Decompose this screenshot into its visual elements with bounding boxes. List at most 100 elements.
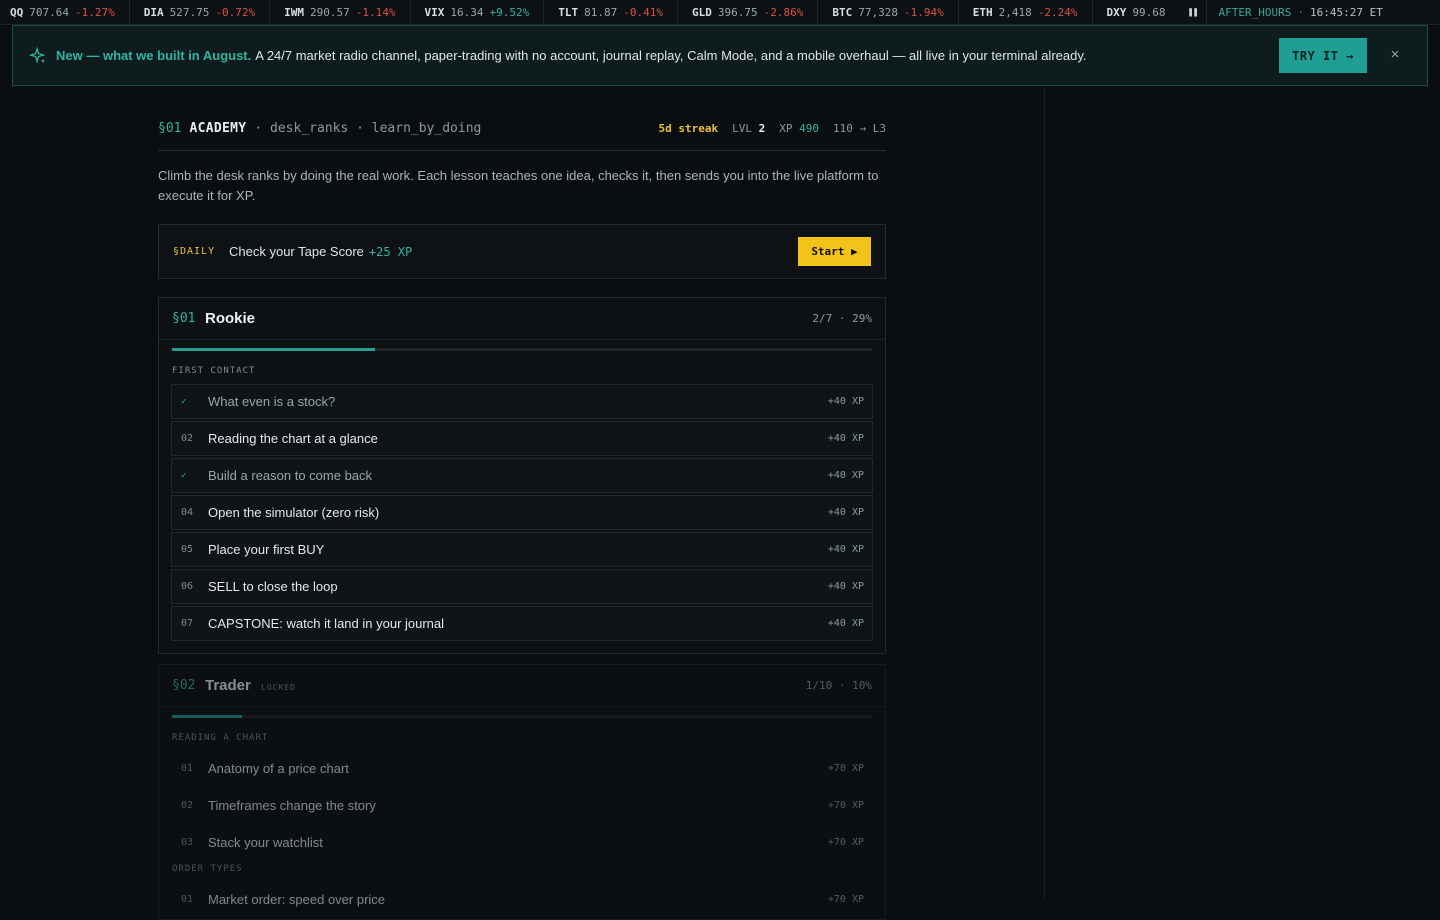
ticker-price: 99.68 bbox=[1132, 5, 1166, 19]
lesson-number: 06 bbox=[181, 581, 194, 592]
lesson-title: CAPSTONE: watch it land in your journal bbox=[208, 616, 445, 631]
ticker-price: 290.57 bbox=[310, 5, 350, 19]
ticker-symbol: TLT bbox=[558, 5, 579, 19]
locked-badge: LOCKED bbox=[261, 683, 296, 692]
lesson-title: Place your first BUY bbox=[208, 542, 325, 557]
session-separator: · bbox=[1297, 5, 1305, 19]
lesson-title: SELL to close the loop bbox=[208, 579, 338, 594]
ticker-item[interactable]: DIA 527.75 -0.72% bbox=[130, 0, 271, 24]
lesson-row[interactable]: 06 SELL to close the loop +40 XP bbox=[171, 569, 873, 604]
lesson-xp: +40 XP bbox=[827, 618, 864, 629]
close-icon[interactable]: × bbox=[1385, 44, 1405, 64]
lesson-row[interactable]: 05 Place your first BUY +40 XP bbox=[171, 532, 873, 567]
ticker-change: -0.41% bbox=[623, 5, 663, 19]
lesson-xp: +70 XP bbox=[827, 800, 864, 811]
ticker-item[interactable]: IWM 290.57 -1.14% bbox=[270, 0, 411, 24]
banner-body: A 24/7 market radio channel, paper-tradi… bbox=[255, 48, 1087, 63]
ticker-item[interactable]: DXY 99.68 bbox=[1093, 0, 1180, 24]
lesson-xp: +40 XP bbox=[827, 470, 864, 481]
ticker-change: -0.72% bbox=[215, 5, 256, 19]
ticker-symbol: IWM bbox=[284, 5, 304, 19]
lesson-row[interactable]: ✓ Build a reason to come back +40 XP bbox=[171, 458, 873, 493]
lesson-list: 01 Anatomy of a price chart +70 XP 02 Timefr… bbox=[171, 751, 873, 860]
ticker-item[interactable]: BTC 77,328 -1.94% bbox=[818, 0, 959, 24]
ticker-item[interactable]: VIX 16.34 +9.52% bbox=[411, 0, 545, 24]
lesson-xp: +40 XP bbox=[827, 396, 864, 407]
lesson-row[interactable]: 04 Open the simulator (zero risk) +40 XP bbox=[171, 495, 873, 530]
daily-task: §DAILY Check your Tape Score +25 XP Star… bbox=[158, 224, 886, 279]
lesson-xp: +40 XP bbox=[827, 507, 864, 518]
breadcrumb: · desk_ranks · learn_by_doing bbox=[254, 121, 482, 136]
lesson-group-label: ORDER TYPES bbox=[172, 864, 243, 874]
sparkle-icon bbox=[29, 46, 46, 64]
rank-number: §02 bbox=[172, 678, 196, 693]
rank-card: §01 Rookie 2/7 · 29% FIRST CONTACT ✓ What eve… bbox=[158, 297, 886, 654]
ticker-item[interactable]: QQ 707.64 -1.27% bbox=[0, 0, 130, 24]
daily-task-title: Check your Tape Score bbox=[229, 244, 364, 259]
lesson-number: 03 bbox=[181, 837, 194, 848]
ticker-item[interactable]: ETH 2,418 -2.24% bbox=[959, 0, 1093, 24]
lesson-row[interactable]: 01 Anatomy of a price chart +70 XP bbox=[171, 751, 873, 786]
ticker-change: -1.94% bbox=[904, 5, 944, 19]
rank-header[interactable]: §02 Trader 1/10 · 10% LOCKED bbox=[159, 665, 885, 707]
lesson-xp: +70 XP bbox=[827, 837, 864, 848]
ticker-change: -2.24% bbox=[1037, 5, 1078, 19]
lesson-row[interactable]: 02 Reading the chart at a glance +40 XP bbox=[171, 421, 873, 456]
ticker-symbol: GLD bbox=[692, 5, 712, 19]
check-icon: ✓ bbox=[181, 396, 187, 407]
lesson-group-label: FIRST CONTACT bbox=[172, 366, 256, 376]
lesson-xp: +40 XP bbox=[827, 433, 864, 444]
ticker-change: -2.86% bbox=[763, 5, 804, 19]
rank-progress-bar bbox=[172, 715, 872, 718]
rank-progress-text: 2/7 · 29% bbox=[812, 312, 872, 325]
lesson-title: Timeframes change the story bbox=[208, 798, 376, 813]
rank-progress-fill bbox=[172, 348, 375, 351]
announcement-banner: New — what we built in August. A 24/7 mar… bbox=[12, 25, 1428, 86]
lesson-group-label: READING A CHART bbox=[172, 733, 269, 743]
ticker-items: QQ 707.64 -1.27% DIA 527.75 -0.72% IWM 290.57 -1… bbox=[0, 0, 1180, 24]
streak-badge: 5d streak bbox=[658, 122, 719, 135]
lesson-title: Build a reason to come back bbox=[208, 468, 373, 483]
lesson-row[interactable]: 03 Stack your watchlist +70 XP bbox=[171, 825, 873, 860]
lesson-list: ✓ What even is a stock? +40 XP 02 Reading th… bbox=[171, 384, 873, 641]
ticker-symbol: VIX bbox=[424, 5, 445, 19]
banner-headline: New — what we built in August. bbox=[56, 48, 252, 63]
lesson-xp: +40 XP bbox=[827, 581, 864, 592]
ticker-symbol: BTC bbox=[832, 5, 853, 19]
start-button[interactable]: Start ▶ bbox=[798, 237, 871, 266]
lesson-xp: +70 XP bbox=[827, 763, 864, 774]
try-it-button[interactable]: TRY IT → bbox=[1279, 38, 1367, 73]
lesson-title: What even is a stock? bbox=[208, 394, 336, 409]
lesson-row[interactable]: 07 CAPSTONE: watch it land in your journa… bbox=[171, 606, 873, 641]
lesson-number: 02 bbox=[181, 800, 194, 811]
rank-progress-text: 1/10 · 10% bbox=[805, 679, 872, 692]
level-value: 2 bbox=[758, 122, 766, 135]
daily-xp: +25 XP bbox=[368, 244, 413, 259]
ticker-price: 2,418 bbox=[998, 5, 1032, 19]
ticker-item[interactable]: TLT 81.87 -0.41% bbox=[544, 0, 678, 24]
ticker-item[interactable]: GLD 396.75 -2.86% bbox=[678, 0, 819, 24]
level-label: LVL bbox=[732, 122, 753, 135]
ticker-price: 396.75 bbox=[717, 5, 758, 19]
ticker-change: +9.52% bbox=[489, 5, 530, 19]
player-stats: 5d streak LVL 2 XP 490 110 → L3 bbox=[659, 122, 886, 135]
level-stat: LVL 2 bbox=[732, 122, 765, 135]
rank-header[interactable]: §01 Rookie 2/7 · 29% bbox=[159, 298, 885, 340]
rank-progress-bar bbox=[172, 348, 872, 351]
market-ticker: QQ 707.64 -1.27% DIA 527.75 -0.72% IWM 290.57 -1… bbox=[0, 0, 1440, 25]
lesson-row[interactable]: 02 Timeframes change the story +70 XP bbox=[171, 788, 873, 823]
rank-card: §02 Trader 1/10 · 10% LOCKED READING A CHART… bbox=[158, 664, 886, 920]
section-number: §01 bbox=[158, 121, 182, 136]
ticker-symbol: QQ bbox=[10, 5, 24, 19]
page-title: ACADEMY bbox=[189, 121, 247, 136]
lesson-row[interactable]: ✓ What even is a stock? +40 XP bbox=[171, 384, 873, 419]
check-icon: ✓ bbox=[181, 470, 187, 481]
rank-name: Trader bbox=[205, 677, 251, 694]
xp-label: XP bbox=[779, 122, 793, 135]
pause-icon[interactable]: ❚❚ bbox=[1180, 7, 1206, 18]
session-label: AFTER_HOURS bbox=[1218, 5, 1292, 19]
ticker-change: -1.14% bbox=[355, 5, 396, 19]
lesson-number: 07 bbox=[181, 618, 194, 629]
session-status: AFTER_HOURS · 16:45:27 ET bbox=[1205, 0, 1383, 24]
rank-name: Rookie bbox=[205, 310, 256, 327]
